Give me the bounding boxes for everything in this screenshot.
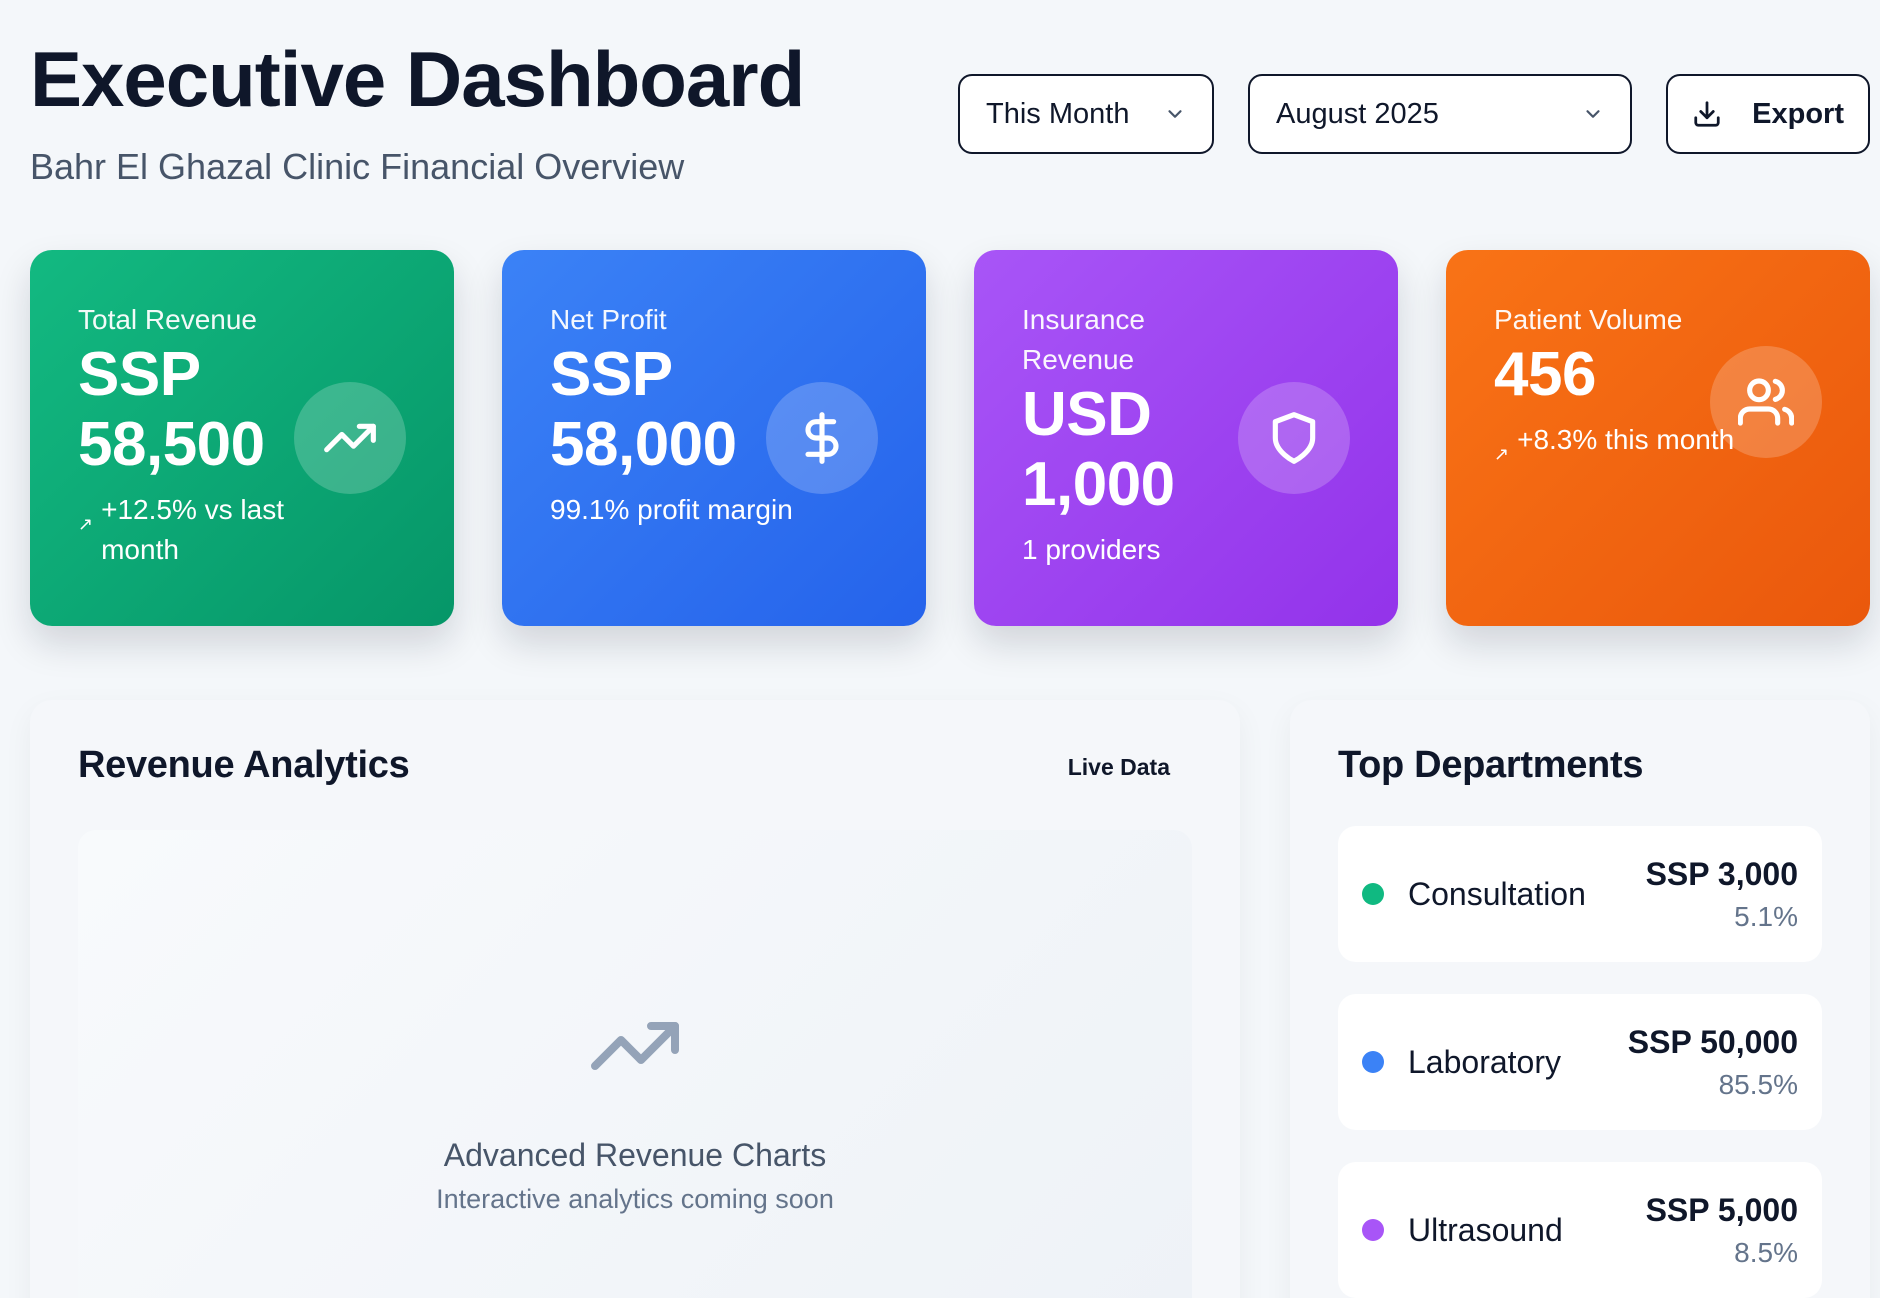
trending-up-icon [294, 382, 406, 494]
department-name: Laboratory [1408, 1043, 1561, 1080]
kpi-change-text: 99.1% profit margin [550, 494, 793, 525]
trending-up-icon [587, 998, 683, 1099]
kpi-change: ↗ +12.5% vs last month [78, 490, 338, 570]
placeholder-subtitle: Interactive analytics coming soon [436, 1184, 834, 1214]
page-title: Executive Dashboard [30, 35, 805, 123]
dollar-icon [766, 382, 878, 494]
live-data-badge: Live Data [1067, 754, 1170, 780]
header-controls: This Month August 2025 Export [958, 74, 1870, 154]
kpi-change-text: +12.5% vs last month [101, 494, 284, 565]
department-name: Ultrasound [1408, 1211, 1563, 1248]
kpi-value: SSP 58,000 [550, 340, 737, 479]
kpi-card-insurance-revenue: Insurance Revenue USD 1,000 1 providers [974, 250, 1398, 626]
status-dot [1362, 883, 1384, 905]
top-departments-panel: Top Departments Consultation SSP 3,000 5… [1290, 700, 1870, 1298]
kpi-label: Insurance Revenue [1022, 304, 1145, 375]
arrow-up-right-icon: ↗ [1494, 444, 1510, 464]
kpi-card-net-profit: Net Profit SSP 58,000 99.1% profit margi… [502, 250, 926, 626]
revenue-analytics-panel: Revenue Analytics Live Data Advanced Rev… [30, 700, 1240, 1298]
chevron-down-icon [1164, 103, 1186, 125]
chart-placeholder: Advanced Revenue Charts Interactive anal… [78, 998, 1192, 1215]
kpi-value: 456 [1494, 340, 1596, 409]
department-value: SSP 5,000 [1645, 1191, 1798, 1228]
month-select[interactable]: August 2025 [1248, 74, 1632, 154]
kpi-change: 99.1% profit margin [550, 490, 810, 530]
kpi-value: SSP 58,500 [78, 340, 265, 479]
kpi-label: Net Profit [550, 304, 667, 335]
chart-placeholder-area: Advanced Revenue Charts Interactive anal… [78, 830, 1192, 1298]
department-value: SSP 3,000 [1645, 855, 1798, 892]
department-percent: 8.5% [1734, 1236, 1798, 1268]
department-item-consultation[interactable]: Consultation SSP 3,000 5.1% [1338, 826, 1822, 962]
kpi-card-total-revenue: Total Revenue SSP 58,500 ↗ +12.5% vs las… [30, 250, 454, 626]
kpi-cards: Total Revenue SSP 58,500 ↗ +12.5% vs las… [30, 250, 1870, 626]
placeholder-title: Advanced Revenue Charts [443, 1137, 827, 1173]
page-header: Executive Dashboard Bahr El Ghazal Clini… [30, 35, 805, 188]
status-dot [1362, 1219, 1384, 1241]
chevron-down-icon [1582, 103, 1604, 125]
kpi-label: Patient Volume [1494, 304, 1683, 335]
panel-title: Top Departments [1338, 744, 1644, 786]
kpi-change-text: +8.3% this month [1517, 424, 1735, 455]
kpi-label: Total Revenue [78, 304, 258, 335]
kpi-change: ↗ +8.3% this month [1494, 420, 1754, 474]
period-select[interactable]: This Month [958, 74, 1214, 154]
department-value: SSP 50,000 [1627, 1023, 1798, 1060]
download-icon [1692, 99, 1722, 129]
status-dot [1362, 1051, 1384, 1073]
kpi-change-text: 1 providers [1022, 534, 1161, 565]
page-subtitle: Bahr El Ghazal Clinic Financial Overview [30, 146, 685, 187]
export-button[interactable]: Export [1666, 74, 1870, 154]
kpi-change: 1 providers [1022, 530, 1282, 570]
export-button-label: Export [1752, 97, 1844, 130]
users-icon [1710, 346, 1822, 458]
panel-title: Revenue Analytics [78, 744, 410, 786]
month-select-value: August 2025 [1276, 97, 1439, 130]
department-percent: 85.5% [1718, 1068, 1798, 1100]
department-item-ultrasound[interactable]: Ultrasound SSP 5,000 8.5% [1338, 1162, 1822, 1298]
period-select-value: This Month [986, 97, 1130, 130]
department-item-laboratory[interactable]: Laboratory SSP 50,000 85.5% [1338, 994, 1822, 1130]
department-name: Consultation [1408, 875, 1586, 912]
kpi-card-patient-volume: Patient Volume 456 ↗ +8.3% this month [1446, 250, 1870, 626]
arrow-up-right-icon: ↗ [78, 514, 94, 534]
shield-icon [1238, 382, 1350, 494]
kpi-value: USD 1,000 [1022, 380, 1175, 519]
department-percent: 5.1% [1734, 900, 1798, 932]
